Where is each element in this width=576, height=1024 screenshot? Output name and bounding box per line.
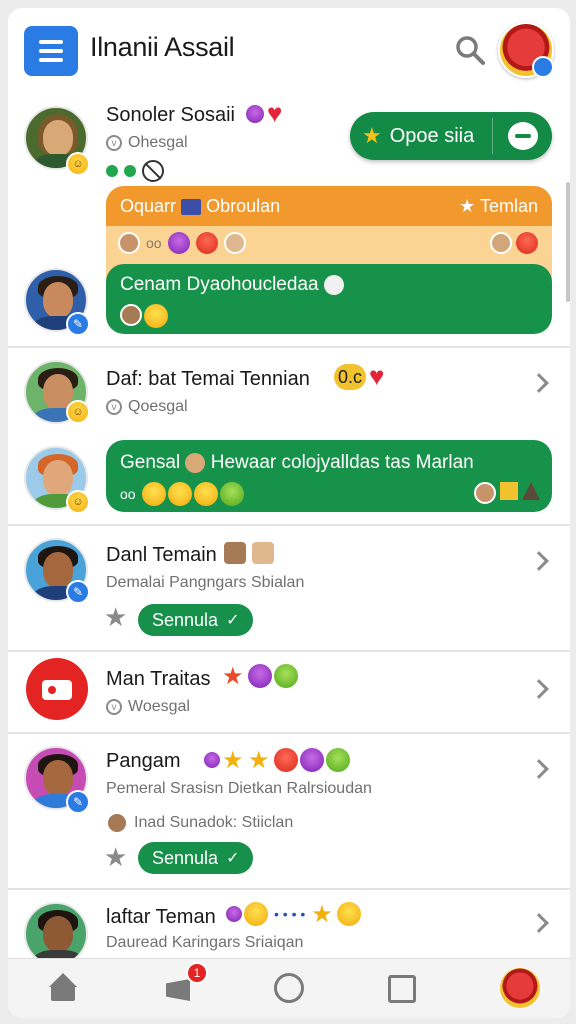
chevron-right-icon[interactable]: [529, 913, 549, 933]
chevron-right-icon[interactable]: [529, 679, 549, 699]
message-text: Gensal Hewaar colojyalldas tas Marlan: [120, 452, 474, 473]
contact-name: Daf: bat Temai Tennian: [106, 368, 310, 390]
online-dot-icon: [106, 165, 118, 177]
reaction-icons: [120, 304, 168, 328]
divider: [8, 650, 570, 652]
contact-status: v Woesgal: [106, 698, 190, 716]
app-screen: Ilnanii Assail ☺ Sonoler Sosaii v Ohesga…: [8, 8, 570, 1018]
group-card-header-left: Oquarr Obroulan: [120, 196, 281, 216]
contact-name: laftar Teman: [106, 906, 216, 928]
search-icon[interactable]: [452, 32, 488, 68]
message-bubble[interactable]: Gensal Hewaar colojyalldas tas Marlan oo: [106, 440, 552, 512]
group-message-card[interactable]: Oquarr Obroulan ★ Temlan oo Cenam Dyaoho…: [106, 186, 552, 334]
avatar: [24, 902, 88, 966]
group-message-text: Cenam Dyaohoucledaa: [120, 274, 344, 296]
reaction-icons: [222, 540, 276, 566]
send-button[interactable]: Sennula ✓: [138, 842, 254, 874]
reaction-icons: [204, 746, 350, 775]
reaction-icons: [222, 662, 298, 691]
contact-status-secondary: Inad Sunadok: Stiiclan: [106, 812, 293, 834]
ghost-icon: [323, 274, 344, 295]
star-icon[interactable]: ★: [104, 602, 127, 633]
group-message-bubble[interactable]: Cenam Dyaohoucledaa: [106, 264, 552, 334]
square-icon[interactable]: [388, 975, 416, 1003]
group-card-header: Oquarr Obroulan ★ Temlan: [106, 186, 552, 226]
divider: [8, 888, 570, 890]
bottom-navigation: [8, 958, 570, 1018]
mini-avatar: [185, 452, 206, 473]
online-dot-icon: [124, 165, 136, 177]
emoji-badge-icon: ☺: [66, 490, 90, 514]
app-header: Ilnanii Assail: [8, 8, 570, 92]
contact-name: Man Traitas: [106, 668, 211, 690]
send-button[interactable]: Sennula ✓: [138, 604, 254, 636]
hamburger-menu-icon[interactable]: [24, 26, 78, 76]
edit-icon[interactable]: ✎: [66, 580, 90, 604]
scrollbar[interactable]: [566, 182, 570, 302]
open-button-label: Opoe siia: [389, 124, 475, 147]
home-icon[interactable]: [48, 973, 78, 1003]
circle-icon[interactable]: [274, 973, 304, 1003]
reaction-icons: oo: [120, 482, 244, 506]
check-icon: ✓: [226, 612, 240, 629]
emoji-badge-icon: ☺: [66, 152, 90, 176]
contact-status: v Ohesgal: [106, 134, 188, 152]
block-icon[interactable]: [142, 160, 164, 182]
status-icon: v: [106, 699, 122, 715]
star-icon[interactable]: ★: [104, 842, 127, 873]
contact-name: Danl Temain: [106, 544, 217, 566]
divider: [8, 346, 570, 348]
contact-status: Dauread Karingars Sriaiqan: [106, 934, 304, 951]
contact-name: Pangam: [106, 750, 181, 772]
contact-status: v Qoesgal: [106, 398, 188, 416]
reaction-icons: [246, 98, 290, 129]
chevron-right-icon[interactable]: [529, 551, 549, 571]
app-title: Ilnanii Assail: [90, 32, 235, 62]
status-icon: v: [106, 399, 122, 415]
edit-icon[interactable]: ✎: [66, 790, 90, 814]
emoji-badge-icon: ☺: [66, 400, 90, 424]
contact-name: Sonoler Sosaii: [106, 104, 235, 126]
divider: [8, 524, 570, 526]
check-icon: ✓: [226, 850, 240, 867]
reaction-icons: • • • •: [226, 900, 362, 929]
divider: [8, 732, 570, 734]
reaction-icons: 0.c: [334, 361, 392, 392]
name-tag: 0.c: [334, 364, 367, 390]
chevron-right-icon[interactable]: [529, 759, 549, 779]
participant-avatars: oo: [118, 232, 246, 254]
status-icon: v: [106, 135, 122, 151]
edit-icon[interactable]: ✎: [66, 312, 90, 336]
chat-icon[interactable]: [508, 122, 538, 150]
open-button[interactable]: ★ Opoe siia: [350, 112, 552, 160]
group-card-header-right: ★ Temlan: [459, 196, 538, 216]
profile-avatar[interactable]: [498, 22, 554, 78]
contact-status: Pemeral Srasisn Dietkan Ralrsioudan: [106, 780, 372, 797]
flag-icon: [181, 199, 202, 216]
participant-avatars-right: [490, 232, 538, 254]
notification-badge: 1: [186, 962, 208, 984]
contact-status: Demalai Pangngars Sbialan: [106, 574, 305, 591]
chevron-right-icon[interactable]: [529, 373, 549, 393]
star-icon: ★: [362, 123, 382, 148]
mini-avatar: [106, 812, 128, 834]
profile-nav-avatar[interactable]: [500, 968, 540, 1008]
participant-avatars: [474, 482, 540, 504]
app-avatar: [26, 658, 88, 720]
presence-indicators: [106, 160, 164, 182]
